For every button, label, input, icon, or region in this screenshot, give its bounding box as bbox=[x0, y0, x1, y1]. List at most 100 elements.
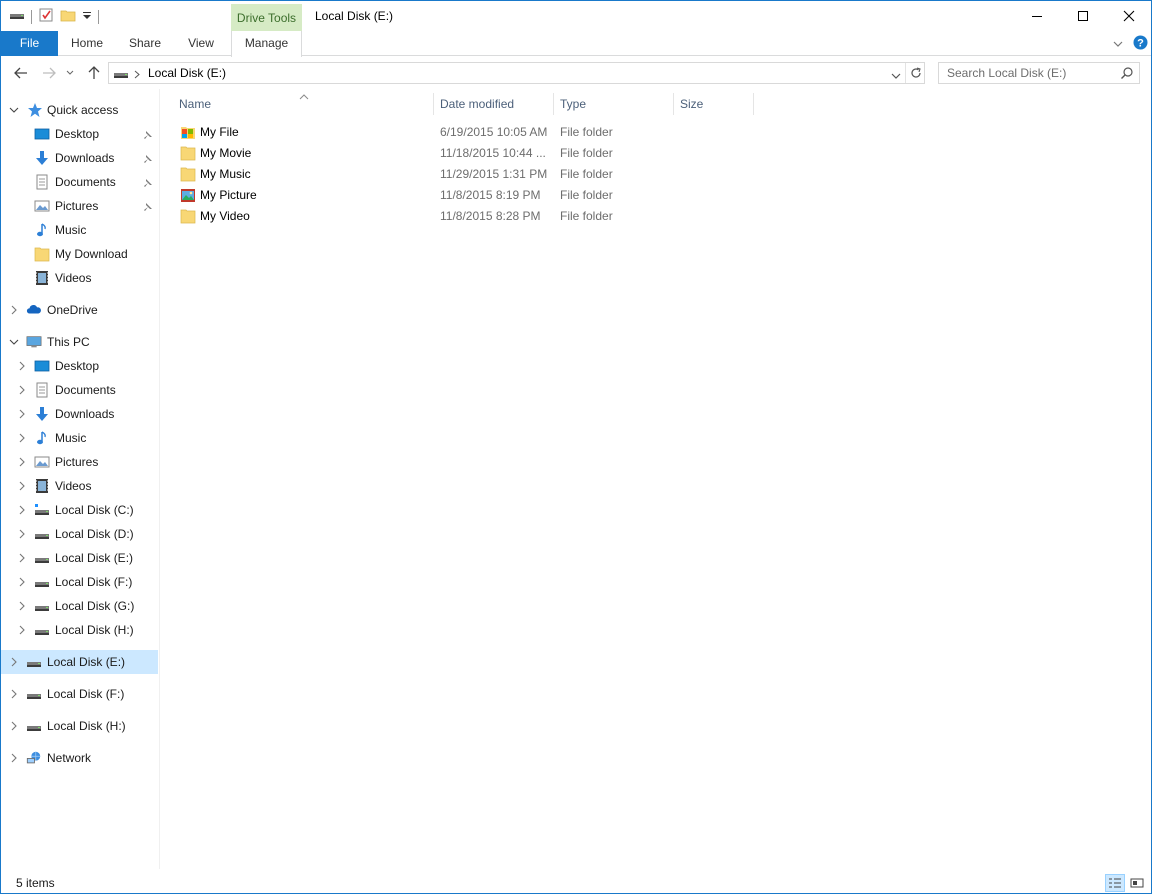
column-header-name[interactable]: Name bbox=[173, 93, 433, 119]
back-button[interactable] bbox=[11, 63, 31, 83]
address-dropdown-icon[interactable] bbox=[891, 69, 901, 83]
nav-qa-desktop[interactable]: Desktop bbox=[1, 122, 158, 146]
chevron-right-icon[interactable] bbox=[9, 753, 19, 763]
close-button[interactable] bbox=[1106, 1, 1152, 31]
nav-pc-drive-d[interactable]: Local Disk (D:) bbox=[1, 522, 158, 546]
nav-item-label: Local Disk (H:) bbox=[55, 623, 134, 637]
chevron-right-icon[interactable] bbox=[9, 305, 19, 315]
properties-icon[interactable] bbox=[38, 7, 54, 26]
chevron-right-icon[interactable] bbox=[17, 361, 27, 371]
nav-pc-music[interactable]: Music bbox=[1, 426, 158, 450]
item-count: 5 items bbox=[16, 876, 55, 890]
nav-qa-pictures[interactable]: Pictures bbox=[1, 194, 158, 218]
table-row[interactable]: My Video 11/8/2015 8:28 PM File folder bbox=[178, 206, 748, 227]
chevron-right-icon[interactable] bbox=[9, 689, 19, 699]
nav-pc-documents[interactable]: Documents bbox=[1, 378, 158, 402]
nav-qa-downloads[interactable]: Downloads bbox=[1, 146, 158, 170]
tab-home[interactable]: Home bbox=[63, 31, 111, 56]
drive-icon bbox=[34, 574, 50, 590]
custom-folder-icon bbox=[180, 124, 196, 140]
computer-icon bbox=[26, 334, 42, 350]
nav-pc-drive-g[interactable]: Local Disk (G:) bbox=[1, 594, 158, 618]
nav-pc-downloads[interactable]: Downloads bbox=[1, 402, 158, 426]
chevron-right-icon[interactable] bbox=[9, 721, 19, 731]
breadcrumb-current[interactable]: Local Disk (E:) bbox=[148, 66, 226, 80]
address-bar[interactable]: Local Disk (E:) bbox=[108, 62, 925, 84]
nav-qa-documents[interactable]: Documents bbox=[1, 170, 158, 194]
table-row[interactable]: My Movie 11/18/2015 10:44 ... File folde… bbox=[178, 143, 748, 164]
details-view-button[interactable] bbox=[1105, 874, 1125, 892]
chevron-right-icon[interactable] bbox=[17, 529, 27, 539]
help-icon[interactable]: ? bbox=[1133, 35, 1148, 53]
file-name: My Music bbox=[200, 167, 251, 181]
tab-manage[interactable]: Manage bbox=[231, 31, 302, 57]
chevron-right-icon[interactable] bbox=[17, 385, 27, 395]
table-row[interactable]: My Music 11/29/2015 1:31 PM File folder bbox=[178, 164, 748, 185]
chevron-right-icon[interactable] bbox=[17, 481, 27, 491]
chevron-right-icon[interactable] bbox=[17, 457, 27, 467]
nav-network[interactable]: Network bbox=[1, 746, 158, 770]
tab-share[interactable]: Share bbox=[123, 31, 167, 56]
recent-locations-button[interactable] bbox=[63, 63, 77, 83]
chevron-down-icon[interactable] bbox=[9, 337, 19, 347]
nav-this-pc[interactable]: This PC bbox=[1, 330, 158, 354]
file-type: File folder bbox=[560, 209, 613, 223]
drive-icon[interactable] bbox=[9, 7, 25, 26]
nav-onedrive[interactable]: OneDrive bbox=[1, 298, 158, 322]
videos-icon bbox=[34, 478, 50, 494]
nav-pc-drive-f[interactable]: Local Disk (F:) bbox=[1, 570, 158, 594]
file-date: 11/8/2015 8:19 PM bbox=[440, 188, 541, 202]
column-header-date[interactable]: Date modified bbox=[434, 93, 554, 119]
column-header-type[interactable]: Type bbox=[554, 93, 674, 119]
maximize-button[interactable] bbox=[1060, 1, 1106, 31]
pin-icon bbox=[143, 153, 153, 163]
table-row[interactable]: My Picture 11/8/2015 8:19 PM File folder bbox=[178, 185, 748, 206]
customize-toolbar-icon[interactable] bbox=[82, 7, 92, 26]
nav-quick-access[interactable]: Quick access bbox=[1, 98, 158, 122]
up-button[interactable] bbox=[84, 63, 104, 83]
nav-qa-my-download[interactable]: My Download bbox=[1, 242, 158, 266]
chevron-right-icon[interactable] bbox=[17, 625, 27, 635]
search-box[interactable] bbox=[938, 62, 1140, 84]
expand-ribbon-icon[interactable] bbox=[1112, 38, 1124, 52]
nav-pc-drive-e[interactable]: Local Disk (E:) bbox=[1, 546, 158, 570]
nav-pc-pictures[interactable]: Pictures bbox=[1, 450, 158, 474]
column-divider[interactable] bbox=[753, 93, 754, 115]
column-header-size[interactable]: Size bbox=[674, 93, 754, 119]
nav-pc-videos[interactable]: Videos bbox=[1, 474, 158, 498]
nav-item-label: Local Disk (G:) bbox=[55, 599, 135, 613]
chevron-right-icon[interactable] bbox=[17, 505, 27, 515]
download-icon bbox=[34, 406, 50, 422]
chevron-right-icon[interactable] bbox=[17, 433, 27, 443]
refresh-icon[interactable] bbox=[909, 66, 923, 83]
chevron-down-icon[interactable] bbox=[9, 105, 19, 115]
network-icon bbox=[26, 750, 42, 766]
nav-pc-drive-h[interactable]: Local Disk (H:) bbox=[1, 618, 158, 642]
nav-drive-h[interactable]: Local Disk (H:) bbox=[1, 714, 158, 738]
chevron-right-icon[interactable] bbox=[17, 577, 27, 587]
nav-qa-videos[interactable]: Videos bbox=[1, 266, 158, 290]
breadcrumb-chevron-icon[interactable] bbox=[134, 68, 140, 82]
tab-file[interactable]: File bbox=[1, 31, 58, 56]
search-input[interactable] bbox=[939, 63, 1119, 83]
nav-pc-desktop[interactable]: Desktop bbox=[1, 354, 158, 378]
chevron-right-icon[interactable] bbox=[17, 553, 27, 563]
nav-pc-drive-c[interactable]: Local Disk (C:) bbox=[1, 498, 158, 522]
new-folder-icon[interactable] bbox=[60, 7, 76, 26]
chevron-right-icon[interactable] bbox=[17, 601, 27, 611]
nav-drive-f[interactable]: Local Disk (F:) bbox=[1, 682, 158, 706]
minimize-button[interactable] bbox=[1014, 1, 1060, 31]
forward-button[interactable] bbox=[39, 63, 59, 83]
file-date: 6/19/2015 10:05 AM bbox=[440, 125, 548, 139]
nav-item-label: Pictures bbox=[55, 455, 99, 469]
nav-item-label: OneDrive bbox=[47, 303, 98, 317]
search-icon[interactable] bbox=[1120, 66, 1134, 83]
tab-view[interactable]: View bbox=[181, 31, 221, 56]
nav-drive-e[interactable]: Local Disk (E:) bbox=[1, 650, 158, 674]
chevron-right-icon[interactable] bbox=[9, 657, 19, 667]
large-icons-view-button[interactable] bbox=[1127, 874, 1147, 892]
nav-qa-music[interactable]: Music bbox=[1, 218, 158, 242]
table-row[interactable]: My File 6/19/2015 10:05 AM File folder bbox=[178, 122, 748, 143]
file-date: 11/8/2015 8:28 PM bbox=[440, 209, 541, 223]
chevron-right-icon[interactable] bbox=[17, 409, 27, 419]
